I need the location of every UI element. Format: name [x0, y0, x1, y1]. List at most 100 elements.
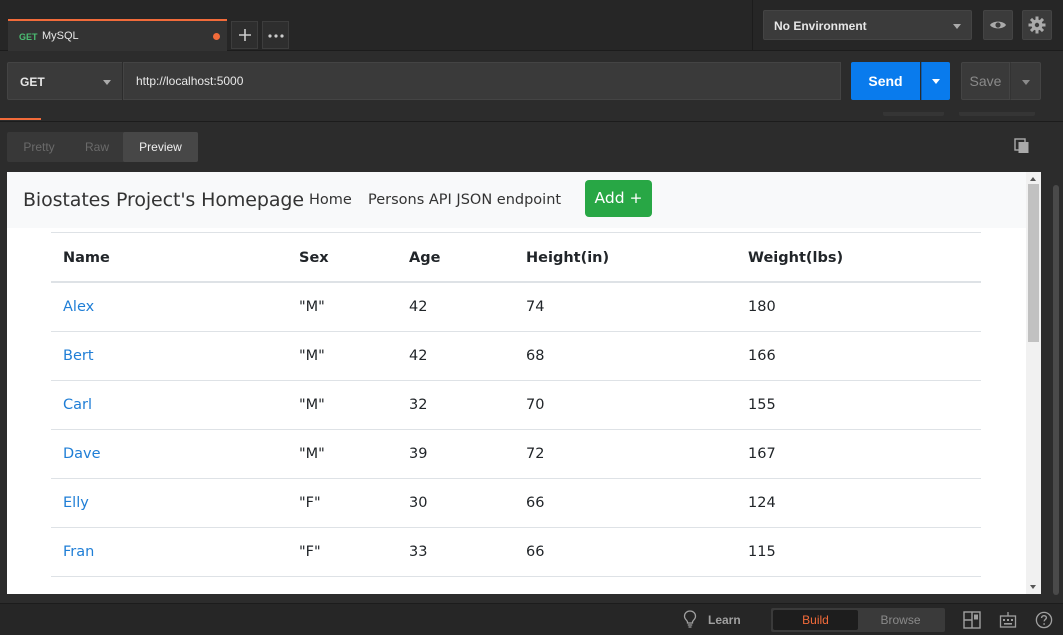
cell-height: 66 [526, 544, 545, 560]
keyboard-icon [999, 612, 1017, 628]
cell-weight: 166 [748, 348, 776, 364]
person-link[interactable]: Carl [63, 397, 92, 413]
cell-age: 33 [409, 544, 428, 560]
preview-scrollbar[interactable] [1026, 172, 1041, 594]
settings-button[interactable] [1022, 10, 1052, 40]
cell-age: 30 [409, 495, 428, 511]
cell-sex: "M" [299, 299, 325, 315]
person-link[interactable]: Alex [63, 299, 94, 315]
nav-link-home[interactable]: Home [309, 192, 352, 208]
save-options-button[interactable] [1010, 62, 1041, 100]
header-height: Height(in) [526, 250, 610, 266]
more-tabs-button[interactable] [262, 21, 289, 49]
mode-browse[interactable]: Browse [858, 610, 943, 630]
persons-table: Name Sex Age Height(in) Weight(lbs) Alex… [51, 232, 981, 584]
cell-weight: 124 [748, 495, 776, 511]
cell-height: 70 [526, 397, 545, 413]
send-options-button[interactable] [921, 62, 950, 100]
cell-sex: "F" [299, 495, 321, 511]
table-row: Dave "M" 39 72 167 [51, 429, 981, 478]
mode-build[interactable]: Build [773, 610, 858, 630]
chevron-down-icon [932, 79, 940, 84]
help-icon [1035, 611, 1053, 629]
keyboard-shortcuts-button[interactable] [999, 611, 1017, 629]
send-button[interactable]: Send [851, 62, 920, 100]
table-row: Fran "F" 33 66 115 [51, 527, 981, 576]
scrollbar-thumb[interactable] [1028, 184, 1039, 342]
copy-icon [1014, 138, 1029, 153]
table-row-partial [51, 576, 981, 584]
method-label: GET [20, 75, 45, 89]
response-scrollbar-thumb[interactable] [1053, 185, 1059, 595]
cell-age: 42 [409, 299, 428, 315]
method-select[interactable]: GET [7, 62, 122, 100]
two-pane-icon [963, 611, 981, 629]
copy-response-button[interactable] [1014, 138, 1032, 156]
chevron-down-icon [1022, 80, 1030, 85]
cell-age: 32 [409, 397, 428, 413]
person-link[interactable]: Elly [63, 495, 89, 511]
cell-sex: "M" [299, 348, 325, 364]
ellipsis-icon [267, 34, 284, 38]
cell-age: 39 [409, 446, 428, 462]
header-age: Age [409, 250, 441, 266]
eye-icon [990, 21, 1006, 29]
tab-raw[interactable]: Raw [71, 132, 123, 162]
cell-height: 68 [526, 348, 545, 364]
chevron-down-icon [953, 24, 961, 29]
lightbulb-icon [683, 610, 697, 628]
collapsed-panel-edge [883, 112, 944, 116]
cell-sex: "M" [299, 446, 325, 462]
table-row: Carl "M" 32 70 155 [51, 380, 981, 429]
navbar-brand[interactable]: Biostates Project's Homepage [23, 189, 304, 211]
build-browse-toggle: Build Browse [771, 608, 945, 632]
environment-quick-look-button[interactable] [983, 10, 1013, 40]
scroll-down-icon[interactable] [1030, 585, 1036, 589]
url-input[interactable] [123, 62, 841, 100]
request-tab-mysql[interactable]: GET MySQL [8, 19, 227, 51]
collapsed-panel-edge [959, 112, 1035, 116]
cell-height: 66 [526, 495, 545, 511]
tab-pretty[interactable]: Pretty [7, 132, 71, 162]
response-preview: Biostates Project's Homepage Home Person… [7, 172, 1041, 594]
person-link[interactable]: Dave [63, 446, 101, 462]
tab-method: GET [19, 32, 38, 42]
cell-weight: 155 [748, 397, 776, 413]
environment-select[interactable]: No Environment [763, 10, 972, 40]
plus-icon [238, 29, 251, 41]
unsaved-dot-icon [213, 33, 220, 40]
two-pane-view-button[interactable] [963, 611, 981, 629]
header-name: Name [63, 250, 110, 266]
gear-icon [1028, 16, 1046, 34]
active-section-indicator [0, 118, 41, 120]
postman-window: GET MySQL No Environment GET Send Save [0, 0, 1063, 635]
table-row: Alex "M" 42 74 180 [51, 282, 981, 331]
cell-weight: 180 [748, 299, 776, 315]
chevron-down-icon [103, 80, 111, 85]
header-sex: Sex [299, 250, 329, 266]
cell-sex: "M" [299, 397, 325, 413]
divider[interactable] [0, 121, 1063, 122]
help-button[interactable] [1035, 611, 1053, 629]
add-button[interactable]: Add + [585, 180, 652, 217]
tab-preview[interactable]: Preview [123, 132, 198, 162]
new-tab-button[interactable] [231, 21, 258, 49]
response-view-tabs: Pretty Raw Preview [7, 132, 198, 162]
person-link[interactable]: Bert [63, 348, 94, 364]
header-weight: Weight(lbs) [748, 250, 844, 266]
person-link[interactable]: Fran [63, 544, 94, 560]
learn-label: Learn [708, 613, 741, 627]
save-button[interactable]: Save [961, 62, 1010, 100]
tab-name: MySQL [42, 30, 79, 42]
environment-label: No Environment [774, 19, 867, 33]
nav-link-persons-api[interactable]: Persons API JSON endpoint [368, 192, 561, 208]
cell-sex: "F" [299, 544, 321, 560]
table-row: Elly "F" 30 66 124 [51, 478, 981, 527]
cell-age: 42 [409, 348, 428, 364]
scroll-up-icon[interactable] [1030, 177, 1036, 181]
table-row: Bert "M" 42 68 166 [51, 331, 981, 380]
cell-weight: 167 [748, 446, 776, 462]
cell-weight: 115 [748, 544, 776, 560]
preview-navbar: Biostates Project's Homepage Home Person… [7, 172, 1026, 228]
table-header: Name Sex Age Height(in) Weight(lbs) [51, 232, 981, 282]
